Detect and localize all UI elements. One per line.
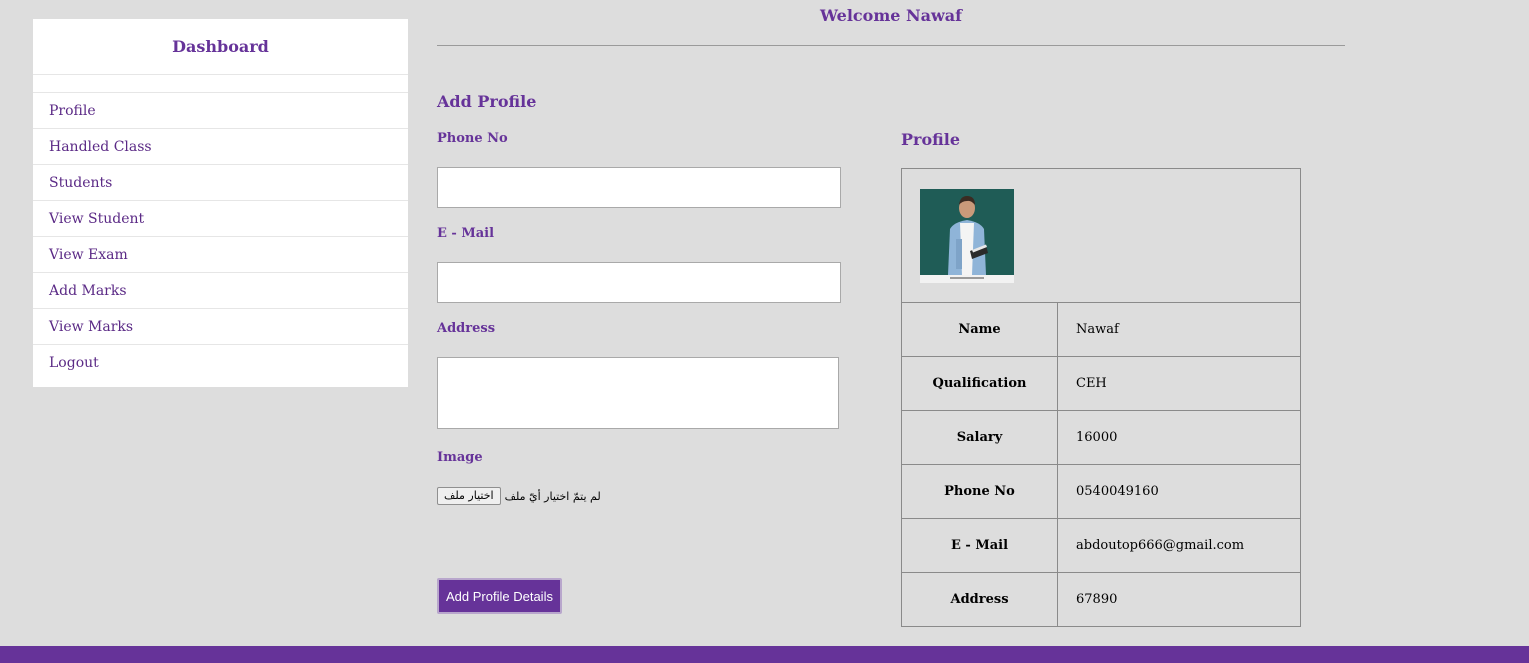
sidebar: Dashboard Profile Handled Class Students… xyxy=(33,19,408,387)
sidebar-item-add-marks[interactable]: Add Marks xyxy=(33,273,408,309)
sidebar-item-view-exam[interactable]: View Exam xyxy=(33,237,408,273)
sidebar-title: Dashboard xyxy=(33,19,408,75)
profile-row-value: CEH xyxy=(1057,356,1301,411)
profile-row-label: Qualification xyxy=(901,356,1058,411)
profile-row: Qualification CEH xyxy=(901,356,1301,411)
profile-row: E - Mail abdoutop666@gmail.com xyxy=(901,518,1301,573)
sidebar-item-view-student[interactable]: View Student xyxy=(33,201,408,237)
profile-row-label: Name xyxy=(901,302,1058,357)
profile-table: Name Nawaf Qualification CEH Salary 1600… xyxy=(901,168,1301,627)
email-label: E - Mail xyxy=(437,226,495,241)
sidebar-item-logout[interactable]: Logout xyxy=(33,345,408,381)
footer-bar xyxy=(0,646,1529,663)
profile-row-value: 0540049160 xyxy=(1057,464,1301,519)
profile-photo-icon xyxy=(920,188,1014,283)
file-status-text: لم يتمّ اختيار أيّ ملف xyxy=(504,489,601,503)
choose-file-button[interactable]: اختيار ملف xyxy=(437,487,501,505)
profile-row: Name Nawaf xyxy=(901,302,1301,357)
profile-row-label: Address xyxy=(901,572,1058,627)
sidebar-item-profile[interactable]: Profile xyxy=(33,93,408,129)
welcome-heading: Welcome Nawaf xyxy=(819,6,963,25)
address-textarea[interactable] xyxy=(437,357,839,429)
add-profile-title: Add Profile xyxy=(437,92,537,111)
sidebar-item-handled-class[interactable]: Handled Class xyxy=(33,129,408,165)
profile-row-label: Salary xyxy=(901,410,1058,465)
sidebar-spacer xyxy=(33,75,408,93)
profile-row: Address 67890 xyxy=(901,572,1301,627)
profile-row: Salary 16000 xyxy=(901,410,1301,465)
sidebar-item-view-marks[interactable]: View Marks xyxy=(33,309,408,345)
profile-row-value: 16000 xyxy=(1057,410,1301,465)
phone-input[interactable] xyxy=(437,167,841,208)
address-label: Address xyxy=(437,321,496,336)
photo-row xyxy=(901,168,1301,303)
profile-row-value: 67890 xyxy=(1057,572,1301,627)
email-input[interactable] xyxy=(437,262,841,303)
profile-row-label: Phone No xyxy=(901,464,1058,519)
profile-row: Phone No 0540049160 xyxy=(901,464,1301,519)
file-input: اختيار ملف لم يتمّ اختيار أيّ ملف xyxy=(437,486,601,506)
sidebar-item-students[interactable]: Students xyxy=(33,165,408,201)
photo-cell xyxy=(901,168,1301,303)
profile-row-value: abdoutop666@gmail.com xyxy=(1057,518,1301,573)
phone-label: Phone No xyxy=(437,131,508,146)
image-label: Image xyxy=(437,450,483,465)
header-divider xyxy=(437,45,1345,46)
profile-title: Profile xyxy=(901,130,961,149)
add-profile-details-button[interactable]: Add Profile Details xyxy=(437,578,562,614)
profile-row-value: Nawaf xyxy=(1057,302,1301,357)
profile-row-label: E - Mail xyxy=(901,518,1058,573)
